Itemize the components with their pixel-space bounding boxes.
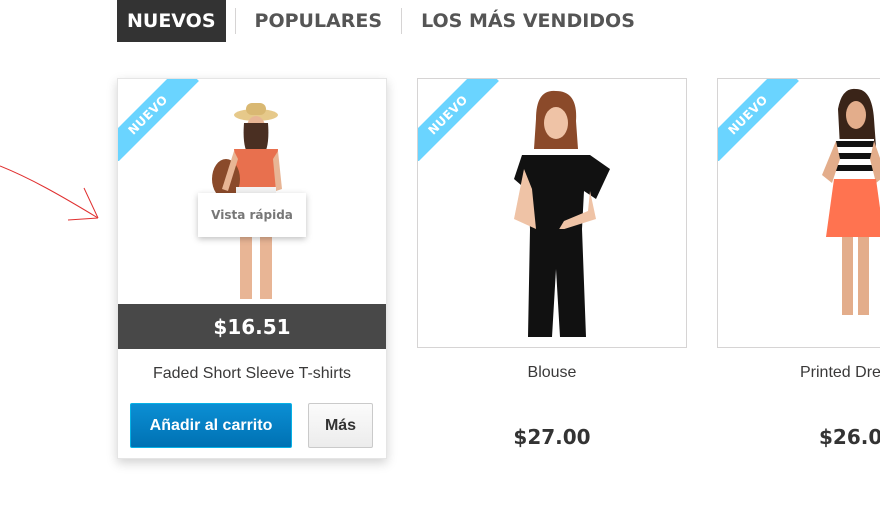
tab-divider (401, 8, 403, 34)
product-name[interactable]: Blouse (417, 364, 687, 382)
product-price: $27.00 (513, 425, 591, 449)
new-badge: NUEVO (718, 79, 800, 161)
quick-view-button[interactable]: Vista rápida (198, 193, 306, 237)
product-tabs: NUEVOS POPULARES LOS MÁS VENDIDOS (117, 0, 645, 42)
product-name[interactable]: Printed Dre (745, 364, 880, 382)
annotation-arrow-icon (0, 165, 99, 221)
tab-populares[interactable]: POPULARES (245, 0, 393, 42)
price-bar: $16.51 (118, 304, 386, 349)
product-card[interactable]: NUEVO (417, 78, 687, 348)
more-button[interactable]: Más (308, 403, 373, 448)
new-badge: NUEVO (418, 79, 500, 161)
new-badge: NUEVO (118, 79, 200, 161)
product-card[interactable]: NUEVO Vista rápida $16.51 Faded Short Sl… (117, 78, 387, 459)
tab-nuevos[interactable]: NUEVOS (117, 0, 226, 42)
product-price: $26.00 (819, 425, 880, 449)
tab-mas-vendidos[interactable]: LOS MÁS VENDIDOS (411, 0, 645, 42)
product-name[interactable]: Faded Short Sleeve T-shirts (118, 365, 386, 383)
tab-divider (234, 8, 236, 34)
product-card[interactable]: NUEVO (717, 78, 880, 348)
add-to-cart-button[interactable]: Añadir al carrito (130, 403, 292, 448)
